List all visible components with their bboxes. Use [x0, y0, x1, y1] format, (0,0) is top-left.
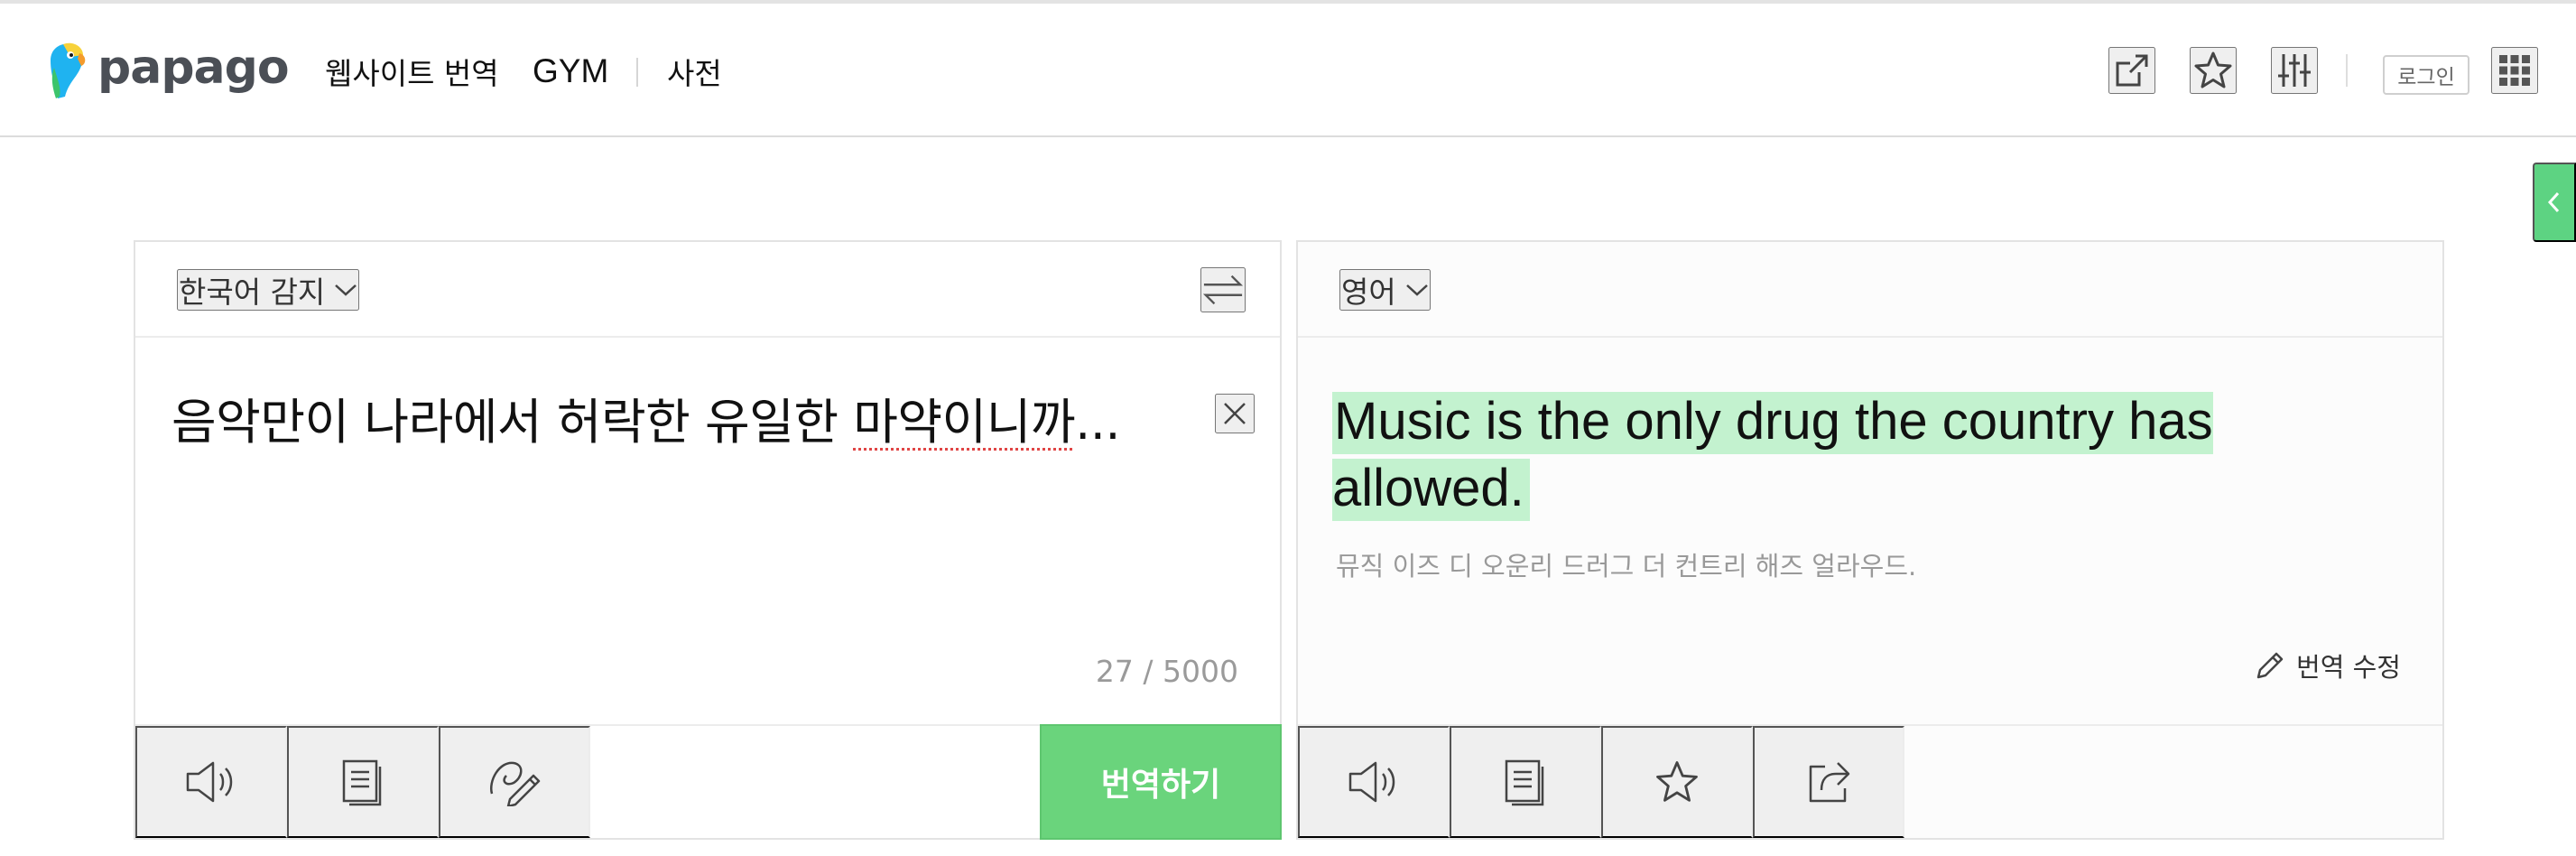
nav-website-translate[interactable]: 웹사이트 번역	[325, 50, 499, 93]
speaker-icon	[1348, 761, 1395, 803]
nav-dictionary[interactable]: 사전	[667, 50, 722, 93]
share-icon	[1809, 762, 1850, 803]
source-panel-header: 한국어 감지	[135, 242, 1280, 338]
translation-text: Music is the only drug the country has a…	[1332, 392, 2213, 521]
header-divider	[2346, 54, 2348, 87]
source-copy-button[interactable]	[287, 726, 439, 838]
character-counter: 27 / 5000	[1095, 654, 1238, 689]
handwriting-pen-icon	[489, 761, 541, 806]
settings-button[interactable]	[2271, 47, 2318, 94]
target-panel: 영어 Music is the only drug the country ha…	[1296, 240, 2444, 840]
app-header: papago 웹사이트 번역 GYM 사전 로그인	[0, 4, 2576, 137]
pencil-icon	[2256, 652, 2284, 679]
login-button[interactable]: 로그인	[2383, 55, 2469, 95]
chevron-down-icon	[1405, 284, 1428, 296]
papago-logo[interactable]: papago	[45, 38, 290, 103]
target-favorite-button[interactable]	[1601, 726, 1753, 838]
target-language-select[interactable]: 영어	[1339, 269, 1431, 311]
external-link-button[interactable]	[2108, 47, 2155, 94]
star-icon	[1656, 761, 1698, 802]
apps-grid-icon	[2499, 55, 2530, 86]
swap-languages-button[interactable]	[1200, 267, 1246, 312]
source-panel: 한국어 감지 음악만이 나라에서 허락한 유일한 마약이니까... 27 / 5…	[134, 240, 1282, 840]
target-language-label: 영어	[1341, 274, 1396, 310]
star-icon	[2194, 51, 2232, 88]
clear-text-button[interactable]	[1215, 394, 1255, 433]
close-icon	[1224, 403, 1246, 424]
target-copy-button[interactable]	[1450, 726, 1601, 838]
swap-arrows-icon	[1202, 274, 1244, 305]
source-text-ellipsis: ...	[1075, 394, 1121, 451]
side-panel-toggle[interactable]	[2533, 163, 2576, 242]
chevron-left-icon	[2547, 191, 2560, 213]
source-text-input[interactable]: 음악만이 나라에서 허락한 유일한 마약이니까...	[171, 386, 1146, 459]
settings-sliders-icon	[2278, 54, 2311, 87]
target-listen-button[interactable]	[1298, 726, 1450, 838]
parrot-logo-icon	[51, 42, 86, 98]
source-text-main: 음악만이 나라에서 허락한 유일한	[171, 394, 854, 451]
nav-divider	[636, 58, 638, 87]
translate-button[interactable]: 번역하기	[1040, 724, 1282, 840]
source-language-select[interactable]: 한국어 감지	[177, 269, 360, 311]
favorites-button[interactable]	[2190, 47, 2237, 94]
source-listen-button[interactable]	[135, 726, 287, 838]
source-toolbar: 번역하기	[135, 724, 1282, 840]
chevron-down-icon	[335, 284, 357, 296]
speaker-icon	[186, 761, 233, 803]
target-panel-header: 영어	[1298, 242, 2442, 338]
target-toolbar	[1298, 724, 2442, 838]
nav-gym[interactable]: GYM	[533, 52, 608, 90]
target-share-button[interactable]	[1753, 726, 1904, 838]
external-link-icon	[2116, 54, 2148, 87]
edit-translation-link[interactable]: 번역 수정	[2255, 647, 2401, 684]
document-copy-icon	[342, 759, 382, 806]
logo-text: papago	[97, 41, 290, 95]
source-language-label: 한국어 감지	[179, 274, 326, 310]
edit-translation-label: 번역 수정	[2296, 652, 2401, 683]
source-text-misspelled: 마약이니까	[853, 394, 1076, 451]
document-copy-icon	[1505, 759, 1544, 806]
pronunciation-text: 뮤직 이즈 디 오운리 드러그 더 컨트리 해즈 얼라우드.	[1336, 551, 1917, 582]
translation-output: Music is the only drug the country has a…	[1332, 388, 2415, 522]
handwriting-input-button[interactable]	[439, 726, 590, 838]
apps-menu-button[interactable]	[2491, 47, 2538, 94]
